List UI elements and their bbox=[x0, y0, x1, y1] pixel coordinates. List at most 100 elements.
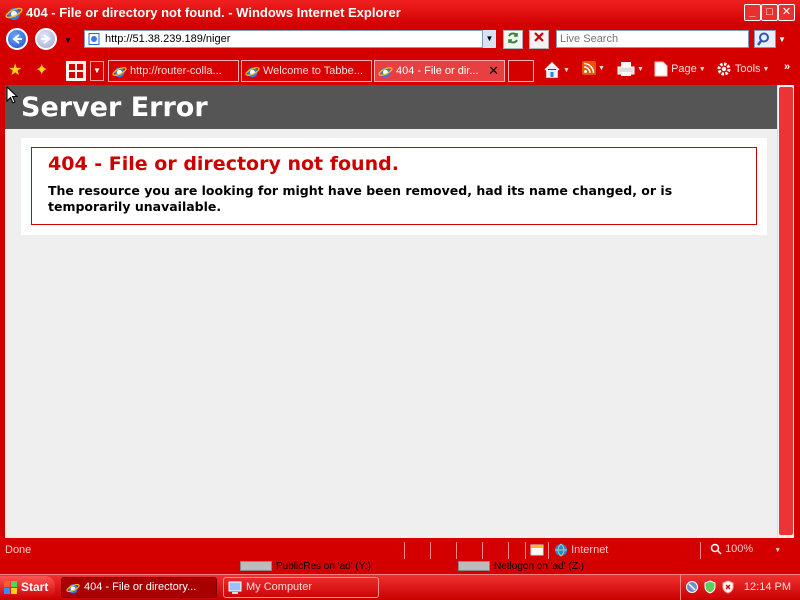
address-toolbar: ▼ ▼ ▼ bbox=[0, 26, 800, 56]
start-button[interactable]: Start bbox=[0, 576, 55, 599]
security-zone[interactable]: Internet bbox=[554, 543, 608, 557]
gear-icon bbox=[717, 62, 731, 76]
rss-feed-icon bbox=[582, 61, 596, 75]
status-divider bbox=[482, 542, 483, 559]
url-input[interactable] bbox=[105, 31, 475, 47]
internet-explorer-icon bbox=[112, 67, 127, 78]
title-bar: 404 - File or directory not found. - Win… bbox=[0, 0, 800, 26]
globe-icon bbox=[555, 543, 567, 557]
start-label: Start bbox=[21, 580, 49, 594]
home-icon bbox=[544, 61, 560, 78]
internet-explorer-icon bbox=[5, 7, 23, 20]
chevron-down-icon[interactable]: ▼ bbox=[637, 66, 644, 73]
tab-404-error[interactable]: 404 - File or dir... ✕ bbox=[374, 60, 505, 82]
quick-tabs-button[interactable] bbox=[66, 61, 86, 81]
error-message: The resource you are looking for might h… bbox=[48, 183, 673, 214]
refresh-button[interactable] bbox=[503, 30, 523, 49]
minimize-button[interactable]: _ bbox=[744, 4, 761, 21]
taskbar-item-label: 404 - File or directory... bbox=[84, 581, 197, 593]
stop-button[interactable] bbox=[529, 30, 549, 49]
status-bar: Done Internet 100% ▼ bbox=[0, 540, 800, 561]
server-error-header: Server Error bbox=[5, 85, 777, 129]
window-title: 404 - File or directory not found. - Win… bbox=[26, 5, 401, 20]
page-menu[interactable]: Page ▼ bbox=[654, 61, 706, 81]
status-divider bbox=[525, 542, 526, 559]
search-icon bbox=[757, 32, 769, 46]
search-box[interactable] bbox=[556, 30, 749, 48]
back-arrow-icon bbox=[12, 34, 22, 44]
search-button[interactable] bbox=[754, 30, 776, 48]
network-status-icon[interactable] bbox=[685, 580, 699, 594]
status-divider bbox=[508, 542, 509, 559]
tab-toolbar: ★ ✦ ▼ http://router-colla... Welcome to … bbox=[0, 57, 800, 84]
shield-alert-icon[interactable] bbox=[721, 580, 735, 594]
back-button[interactable] bbox=[6, 28, 28, 50]
taskbar-item-label: My Computer bbox=[246, 581, 313, 593]
page-icon bbox=[654, 61, 668, 77]
taskbar-item-my-computer[interactable]: My Computer bbox=[223, 577, 379, 598]
internet-explorer-icon bbox=[378, 67, 393, 78]
error-box: 404 - File or directory not found. The r… bbox=[31, 147, 757, 225]
recent-pages-dropdown[interactable]: ▼ bbox=[64, 36, 72, 45]
mouse-cursor-icon bbox=[6, 86, 18, 104]
tools-menu[interactable]: Tools ▼ bbox=[716, 61, 769, 81]
chevron-down-icon: ▼ bbox=[774, 547, 782, 554]
status-divider bbox=[404, 542, 405, 559]
security-center-icon[interactable] bbox=[703, 580, 717, 594]
drive-netlogon[interactable]: Netlogon on 'ad' (Z:) bbox=[458, 561, 584, 572]
windows-logo-icon bbox=[4, 581, 17, 594]
magnifier-icon bbox=[710, 543, 722, 555]
system-tray: 12:14 PM bbox=[680, 575, 800, 600]
security-zone-label: Internet bbox=[571, 543, 609, 556]
my-computer-icon bbox=[228, 581, 242, 594]
close-window-button[interactable]: ✕ bbox=[778, 4, 795, 21]
page-menu-label: Page bbox=[671, 62, 697, 75]
printer-icon bbox=[617, 62, 635, 76]
tab-label: Welcome to Tabbe... bbox=[263, 65, 363, 77]
toolbar-overflow-chevron-icon[interactable]: » bbox=[784, 61, 790, 81]
tab-label: 404 - File or dir... bbox=[396, 65, 479, 77]
print-button[interactable]: ▼ bbox=[617, 61, 644, 81]
home-button[interactable]: ▼ bbox=[543, 61, 570, 81]
tab-list-dropdown[interactable]: ▼ bbox=[90, 61, 104, 81]
page-title: Server Error bbox=[21, 92, 208, 123]
chevron-down-icon[interactable]: ▼ bbox=[598, 65, 605, 72]
forward-button[interactable] bbox=[35, 28, 57, 50]
drive-publicres[interactable]: PublicRes on 'ad' (Y:) bbox=[240, 561, 371, 572]
page-icon bbox=[88, 33, 100, 45]
drive-label: PublicRes on 'ad' (Y:) bbox=[276, 561, 371, 572]
add-to-favorites-icon[interactable]: ✦ bbox=[35, 60, 48, 80]
tab-welcome-tabbed[interactable]: Welcome to Tabbe... bbox=[241, 60, 372, 82]
quick-tabs-icon bbox=[69, 64, 83, 78]
status-divider bbox=[430, 542, 431, 559]
system-clock: 12:14 PM bbox=[743, 581, 791, 593]
chevron-down-icon[interactable]: ▼ bbox=[563, 67, 570, 74]
taskbar-item-internet-explorer[interactable]: 404 - File or directory... bbox=[61, 577, 217, 598]
search-input[interactable] bbox=[560, 31, 745, 47]
chevron-down-icon: ▼ bbox=[698, 65, 706, 73]
zoom-control[interactable]: 100% ▼ bbox=[710, 543, 781, 555]
search-options-dropdown[interactable]: ▼ bbox=[778, 35, 786, 44]
popup-blocked-icon[interactable] bbox=[530, 543, 544, 557]
vertical-scrollbar[interactable] bbox=[777, 85, 794, 538]
favorites-center-icon[interactable]: ★ bbox=[8, 60, 22, 80]
content-card: 404 - File or directory not found. The r… bbox=[21, 138, 767, 235]
maximize-button[interactable]: □ bbox=[761, 4, 778, 21]
feeds-button[interactable]: ▼ bbox=[582, 61, 605, 81]
forward-arrow-icon bbox=[41, 34, 51, 44]
scrollbar-thumb[interactable] bbox=[779, 87, 793, 535]
new-tab-button[interactable] bbox=[508, 60, 534, 82]
close-tab-icon[interactable]: ✕ bbox=[488, 63, 499, 79]
internet-explorer-icon bbox=[245, 67, 260, 78]
status-divider bbox=[456, 542, 457, 559]
stop-icon bbox=[534, 32, 544, 42]
taskbar: Start 404 - File or directory... My Comp… bbox=[0, 574, 800, 600]
internet-explorer-icon bbox=[66, 583, 80, 594]
tab-router-collab[interactable]: http://router-colla... bbox=[108, 60, 239, 82]
drive-label: Netlogon on 'ad' (Z:) bbox=[494, 561, 584, 572]
desktop-strip: PublicRes on 'ad' (Y:) Netlogon on 'ad' … bbox=[0, 561, 800, 573]
address-dropdown[interactable]: ▼ bbox=[482, 30, 496, 48]
zoom-level: 100% bbox=[725, 543, 754, 555]
address-bar[interactable] bbox=[84, 30, 496, 48]
status-divider bbox=[548, 542, 549, 559]
